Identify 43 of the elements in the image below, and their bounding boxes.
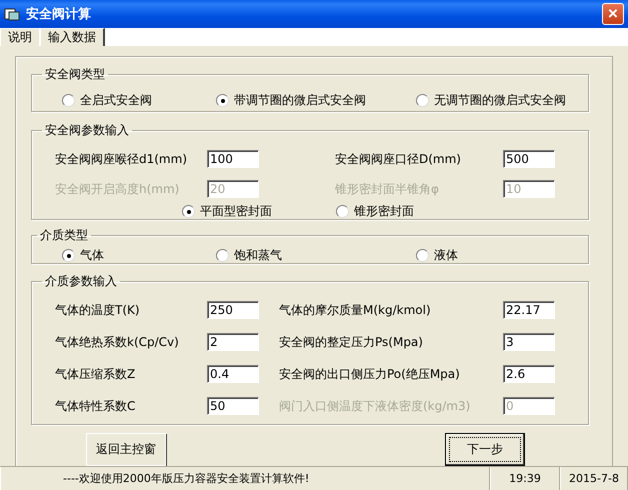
field-label: 锥形密封面半锥角φ	[335, 180, 439, 198]
field-label: 气体绝热系数k(Cp/Cv)	[55, 334, 179, 350]
input-field[interactable]: 50	[207, 397, 259, 415]
push-button[interactable]: 下一步	[445, 433, 525, 466]
field-label: 安全阀阀座喉径d1(mm)	[55, 150, 187, 168]
input-field[interactable]: 22.17	[503, 301, 555, 319]
input-field[interactable]: 100	[207, 150, 259, 168]
field-label: 阀门入口侧温度下液体密度(kg/m3)	[279, 398, 470, 414]
radio-button[interactable]: 气体	[62, 247, 216, 264]
group-title: 安全阀类型	[44, 66, 106, 83]
radio-button[interactable]: 平面型密封面	[182, 203, 336, 220]
app-icon	[4, 6, 20, 22]
close-button[interactable]: ×	[602, 3, 624, 25]
radio-button[interactable]: 带调节圈的微启式安全阀	[216, 92, 416, 109]
input-field[interactable]: 500	[503, 150, 555, 168]
radio-button[interactable]: 锥形密封面	[336, 203, 588, 220]
field-label: 安全阀阀座口径D(mm)	[335, 150, 461, 168]
radio-button[interactable]: 全启式安全阀	[62, 92, 216, 109]
push-button[interactable]: 返回主控窗	[86, 433, 166, 466]
status-date: 2015-7-8	[560, 467, 628, 490]
tab[interactable]: 输入数据	[40, 28, 105, 46]
radio-button[interactable]: 无调节圈的微启式安全阀	[416, 92, 588, 109]
tab[interactable]: 说明	[0, 28, 40, 46]
group-title: 安全阀参数输入	[44, 122, 130, 139]
group-title: 介质类型	[39, 227, 89, 244]
radio-button[interactable]: 饱和蒸气	[216, 247, 416, 264]
field-label: 安全阀的整定压力Ps(Mpa)	[279, 334, 423, 350]
field-label: 安全阀开启高度h(mm)	[55, 180, 180, 198]
field-label: 气体压缩系数Z	[55, 366, 136, 382]
input-field[interactable]: 2	[207, 333, 259, 351]
field-label: 气体的摩尔质量M(kg/kmol)	[279, 302, 431, 318]
input-field[interactable]: 2.6	[503, 365, 555, 383]
status-message: ----欢迎使用2000年版压力容器安全装置计算软件!	[0, 467, 490, 490]
input-field[interactable]: 3	[503, 333, 555, 351]
group-title: 介质参数输入	[44, 273, 118, 290]
input-field[interactable]: 250	[207, 301, 259, 319]
field-label: 气体的温度T(K)	[55, 302, 140, 318]
input-field[interactable]: 0.4	[207, 365, 259, 383]
radio-button[interactable]: 液体	[416, 247, 588, 264]
field-label: 安全阀的出口侧压力Po(绝压Mpa)	[279, 366, 460, 382]
window-title: 安全阀计算	[26, 6, 92, 23]
status-time: 19:39	[490, 467, 560, 490]
field-label: 气体特性系数C	[55, 398, 136, 414]
